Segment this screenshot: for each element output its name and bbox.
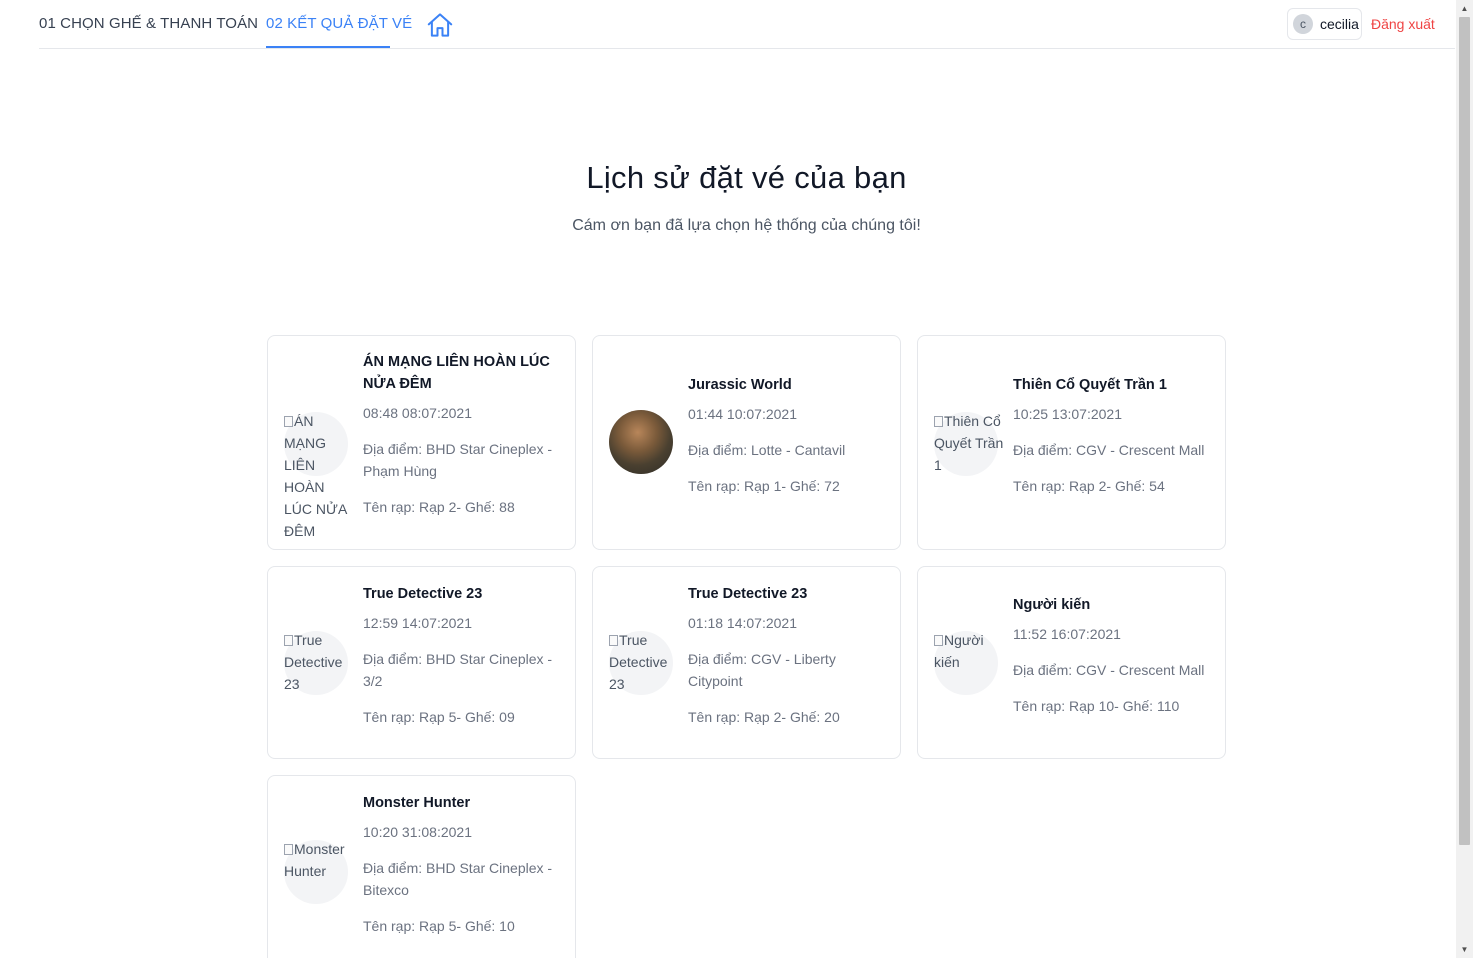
broken-image-icon xyxy=(934,635,943,646)
ticket-card: Monster Hunter Monster Hunter 10:20 31:0… xyxy=(267,775,576,958)
movie-poster: Thiên Cổ Quyết Trần 1 xyxy=(934,412,1003,476)
cinema-location: Địa điểm: CGV - Crescent Mall xyxy=(1013,442,1205,458)
page-title: Lịch sử đặt vé của bạn xyxy=(586,160,907,195)
active-tab-indicator xyxy=(266,46,390,48)
poster-alt-text: Thiên Cổ Quyết Trần 1 xyxy=(934,413,1004,473)
logout-link[interactable]: Đăng xuất xyxy=(1371,16,1435,32)
cinema-location: Địa điểm: BHD Star Cineplex - 3/2 xyxy=(363,651,553,689)
user-menu[interactable]: c cecilia xyxy=(1287,8,1362,40)
top-nav: 01 CHỌN GHẾ & THANH TOÁN 02 KẾT QUẢ ĐẶT … xyxy=(39,0,1455,49)
show-time: 01:44 10:07:2021 xyxy=(688,406,797,422)
ticket-card: True Detective 23 True Detective 23 01:1… xyxy=(592,566,901,759)
movie-name: Thiên Cổ Quyết Trần 1 xyxy=(1013,377,1167,393)
avatar: c xyxy=(1293,14,1313,34)
room-seat: Tên rạp: Rạp 2- Ghế: 88 xyxy=(363,499,515,515)
show-time: 01:18 14:07:2021 xyxy=(688,615,797,631)
vertical-scrollbar[interactable]: ▲ ▼ xyxy=(1456,0,1473,958)
broken-image-icon xyxy=(934,416,943,427)
scroll-up-arrow-icon[interactable]: ▲ xyxy=(1456,0,1473,17)
show-time: 10:20 31:08:2021 xyxy=(363,824,472,840)
ticket-card: Người kiến Người kiến 11:52 16:07:2021 Đ… xyxy=(917,566,1226,759)
room-seat: Tên rạp: Rạp 5- Ghế: 09 xyxy=(363,709,515,725)
movie-poster xyxy=(609,410,673,474)
broken-image-icon xyxy=(284,844,293,855)
show-time: 10:25 13:07:2021 xyxy=(1013,406,1122,422)
scrollbar-thumb[interactable] xyxy=(1459,17,1470,845)
cinema-location: Địa điểm: Lotte - Cantavil xyxy=(688,442,846,458)
movie-poster: Người kiến xyxy=(934,631,998,695)
movie-name: Người kiến xyxy=(1013,597,1091,613)
username: cecilia xyxy=(1320,16,1359,32)
movie-poster: Monster Hunter xyxy=(284,840,348,904)
broken-image-icon xyxy=(609,635,618,646)
cinema-location: Địa điểm: CGV - Crescent Mall xyxy=(1013,662,1205,678)
tab-booking-result[interactable]: 02 KẾT QUẢ ĐẶT VÉ xyxy=(266,15,412,32)
ticket-card: ÁN MẠNG LIÊN HOÀN LÚC NỬA ĐÊM ÁN MẠNG LI… xyxy=(267,335,576,550)
room-seat: Tên rạp: Rạp 2- Ghế: 54 xyxy=(1013,478,1165,494)
page-subtitle: Cám ơn bạn đã lựa chọn hệ thống của chún… xyxy=(572,217,921,234)
ticket-card: Jurassic World 01:44 10:07:2021 Địa điểm… xyxy=(592,335,901,550)
poster-alt-text: Monster Hunter xyxy=(284,841,345,879)
page: 01 CHỌN GHẾ & THANH TOÁN 02 KẾT QUẢ ĐẶT … xyxy=(0,0,1473,958)
ticket-card: True Detective 23 True Detective 23 12:5… xyxy=(267,566,576,759)
movie-poster: True Detective 23 xyxy=(284,631,348,695)
room-seat: Tên rạp: Rạp 1- Ghế: 72 xyxy=(688,478,840,494)
movie-name: ÁN MẠNG LIÊN HOÀN LÚC NỬA ĐÊM xyxy=(363,354,550,392)
tab-choose-seat[interactable]: 01 CHỌN GHẾ & THANH TOÁN xyxy=(39,15,258,32)
cinema-location: Địa điểm: CGV - Liberty Citypoint xyxy=(688,651,836,689)
cinema-location: Địa điểm: BHD Star Cineplex - Phạm Hùng xyxy=(363,441,553,479)
cinema-location: Địa điểm: BHD Star Cineplex - Bitexco xyxy=(363,860,553,898)
home-icon[interactable] xyxy=(425,10,455,40)
show-time: 11:52 16:07:2021 xyxy=(1013,626,1121,642)
room-seat: Tên rạp: Rạp 5- Ghế: 10 xyxy=(363,918,515,934)
show-time: 08:48 08:07:2021 xyxy=(363,405,472,421)
movie-name: Monster Hunter xyxy=(363,795,471,811)
room-seat: Tên rạp: Rạp 10- Ghế: 110 xyxy=(1013,698,1180,714)
poster-alt-text: ÁN MẠNG LIÊN HOÀN LÚC NỬA ĐÊM xyxy=(284,413,347,539)
scroll-down-arrow-icon[interactable]: ▼ xyxy=(1456,941,1473,958)
movie-name: True Detective 23 xyxy=(363,586,483,602)
broken-image-icon xyxy=(284,416,293,427)
show-time: 12:59 14:07:2021 xyxy=(363,615,472,631)
room-seat: Tên rạp: Rạp 2- Ghế: 20 xyxy=(688,709,840,725)
movie-name: True Detective 23 xyxy=(688,586,808,602)
broken-image-icon xyxy=(284,635,293,646)
movie-poster: True Detective 23 xyxy=(609,631,673,695)
movie-name: Jurassic World xyxy=(688,377,792,393)
ticket-card: Thiên Cổ Quyết Trần 1 Thiên Cổ Quyết Trầ… xyxy=(917,335,1226,550)
movie-poster: ÁN MẠNG LIÊN HOÀN LÚC NỬA ĐÊM xyxy=(284,412,348,539)
